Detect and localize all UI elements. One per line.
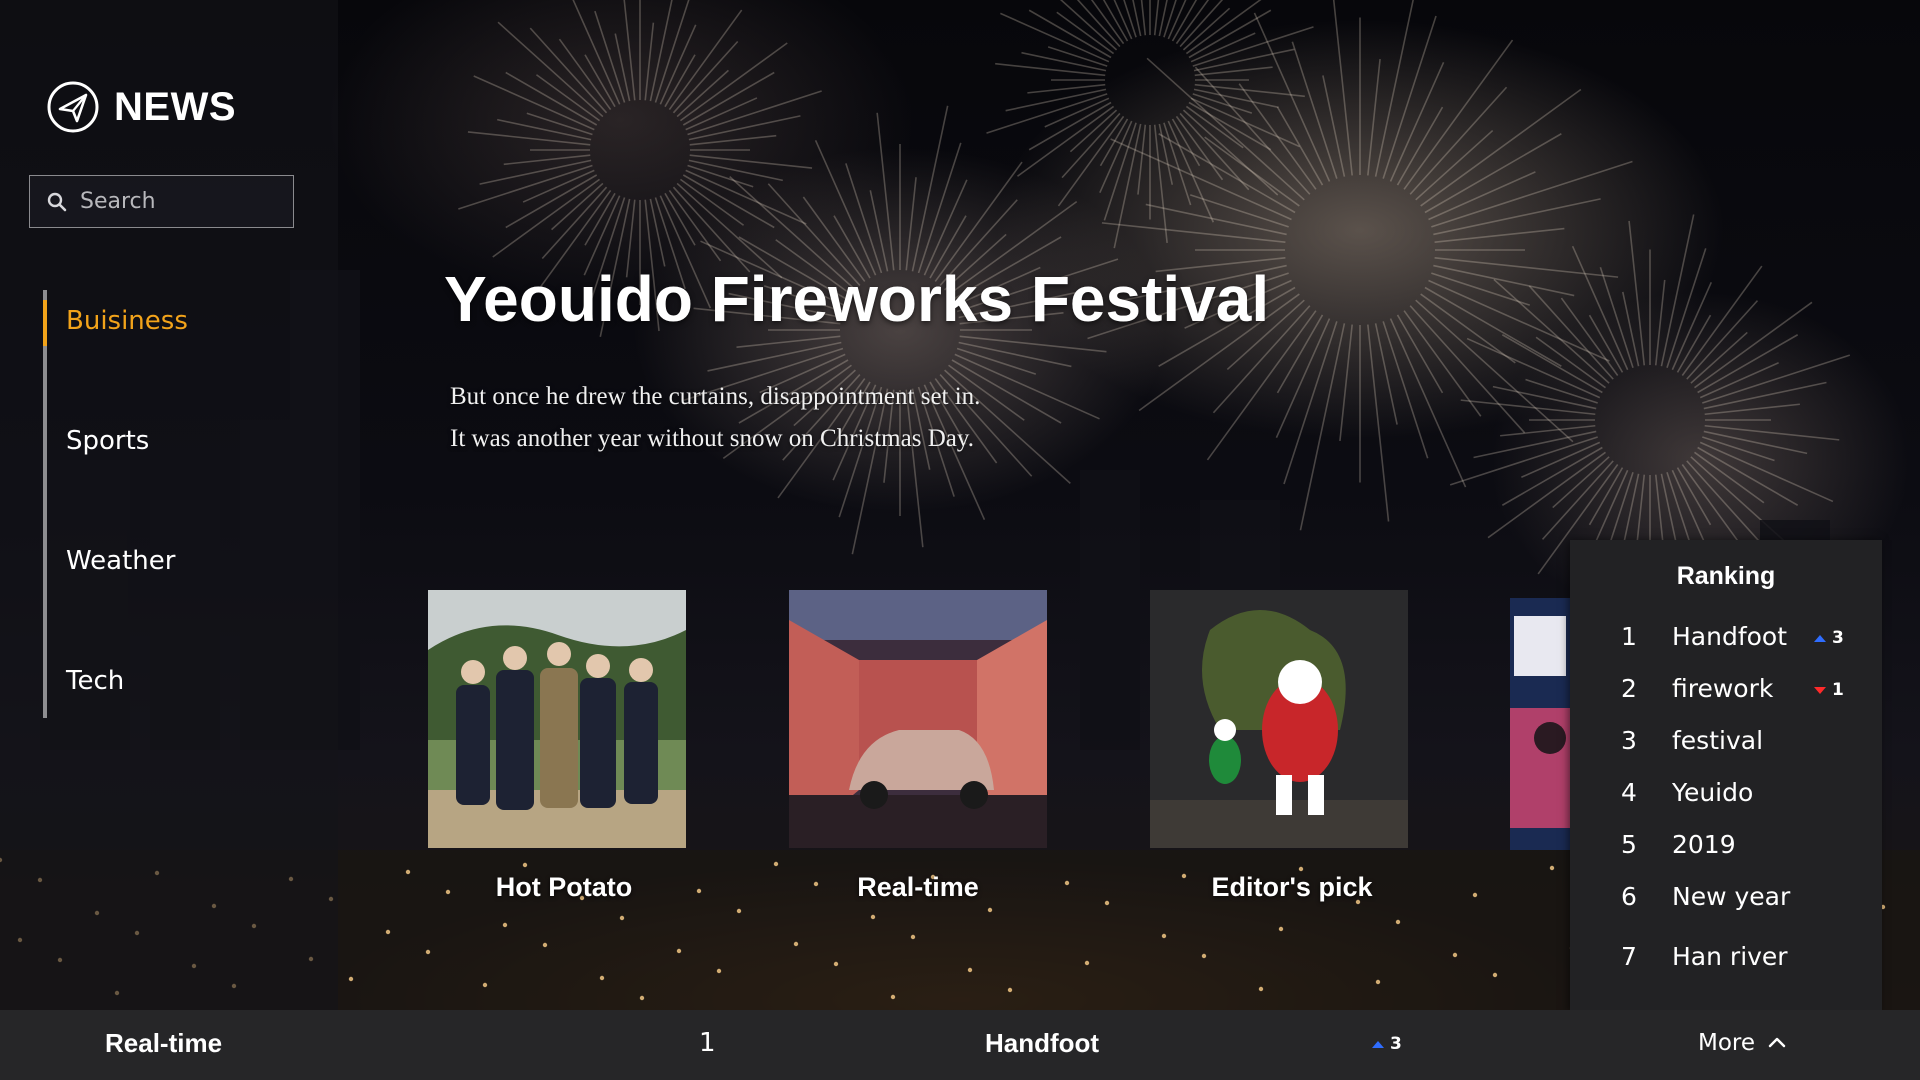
- editors-pick-thumbnail: [1150, 590, 1408, 848]
- rank-keyword: Yeuido: [1672, 778, 1754, 807]
- ticker-change: 3: [1372, 1034, 1402, 1054]
- realtime-ticker-bar: Real-time 1 Handfoot 3 More: [0, 1010, 1920, 1080]
- nav-item-weather[interactable]: Weather: [66, 546, 175, 576]
- real-time-thumbnail: [789, 590, 1047, 848]
- nav-item-sports[interactable]: Sports: [66, 426, 149, 456]
- more-button[interactable]: More: [1698, 1030, 1787, 1056]
- card-editors-pick[interactable]: [1150, 590, 1408, 848]
- nav-item-tech[interactable]: Tech: [66, 666, 124, 696]
- card-hot-potato[interactable]: [428, 590, 686, 848]
- nav-item-business[interactable]: Buisiness: [66, 306, 188, 336]
- rank-number: 4: [1621, 778, 1637, 807]
- rank-number: 2: [1621, 674, 1637, 703]
- rank-number: 5: [1621, 830, 1637, 859]
- card-partial-next[interactable]: [1510, 598, 1570, 850]
- left-panel: [0, 0, 338, 1010]
- up-arrow-icon: [1372, 1040, 1384, 1048]
- chevron-up-icon: [1768, 1037, 1786, 1048]
- headline-line-2: It was another year without snow on Chri…: [450, 425, 974, 452]
- headline-line-1: But once he drew the curtains, disappoin…: [450, 383, 981, 410]
- ranking-row[interactable]: 3 festival: [1570, 726, 1882, 766]
- hot-potato-thumbnail: [428, 590, 686, 848]
- nav-rail: [43, 290, 47, 718]
- ranking-row[interactable]: 5 2019: [1570, 830, 1882, 870]
- card-real-time[interactable]: [789, 590, 1047, 848]
- ranking-row[interactable]: 6 New year: [1570, 882, 1882, 922]
- rank-change: 1: [1814, 680, 1844, 700]
- search-icon: [47, 192, 67, 211]
- rank-change-value: 3: [1832, 628, 1844, 648]
- headline-title[interactable]: Yeouido Fireworks Festival: [444, 262, 1269, 336]
- ticker-keyword[interactable]: Handfoot: [985, 1028, 1099, 1059]
- card-label-real-time[interactable]: Real-time: [738, 872, 1098, 903]
- rank-keyword: New year: [1672, 882, 1791, 911]
- paper-plane-icon: [47, 81, 99, 133]
- ticker-rank: 1: [699, 1028, 716, 1058]
- rank-number: 6: [1621, 882, 1637, 911]
- ranking-row[interactable]: 2 firework 1: [1570, 674, 1882, 714]
- card-label-hot-potato[interactable]: Hot Potato: [384, 872, 744, 903]
- rank-keyword: festival: [1672, 726, 1764, 755]
- up-arrow-icon: [1814, 634, 1826, 642]
- poster-thumbnail: [1510, 598, 1570, 850]
- more-label: More: [1698, 1030, 1756, 1056]
- rank-keyword: firework: [1672, 674, 1774, 703]
- rank-keyword: Handfoot: [1672, 622, 1788, 651]
- rank-number: 7: [1621, 942, 1637, 971]
- rank-change-value: 1: [1832, 680, 1844, 700]
- brand-logo[interactable]: NEWS: [46, 80, 236, 134]
- ranking-row[interactable]: 7 Han river: [1570, 942, 1882, 982]
- ranking-row[interactable]: 4 Yeuido: [1570, 778, 1882, 818]
- ticker-label: Real-time: [105, 1028, 223, 1058]
- search-input[interactable]: [78, 188, 282, 215]
- rank-keyword: 2019: [1672, 830, 1736, 859]
- rank-number: 3: [1621, 726, 1637, 755]
- ticker-change-value: 3: [1390, 1034, 1402, 1054]
- card-label-editors-pick[interactable]: Editor's pick: [1112, 872, 1472, 903]
- ranking-title: Ranking: [1676, 562, 1776, 590]
- down-arrow-icon: [1814, 686, 1826, 694]
- news-app: NEWS Buisiness Sports Weather Tech Yeoui…: [0, 0, 1920, 1080]
- rank-change: 3: [1814, 628, 1844, 648]
- rank-number: 1: [1621, 622, 1637, 651]
- rank-keyword: Han river: [1672, 942, 1788, 971]
- ranking-panel: Ranking 1 Handfoot 3 2 firework 1 3 fest…: [1570, 540, 1882, 1012]
- brand-name: NEWS: [114, 84, 236, 129]
- ranking-row[interactable]: 1 Handfoot 3: [1570, 622, 1882, 662]
- nav-active-indicator: [43, 300, 47, 346]
- search-box[interactable]: [29, 175, 294, 228]
